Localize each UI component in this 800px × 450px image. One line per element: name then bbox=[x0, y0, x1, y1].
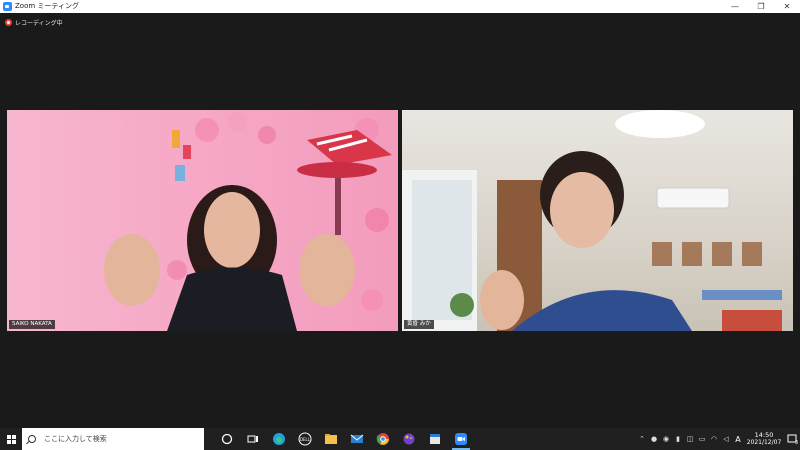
zoom-window: Zoom ミーティング — ❐ ✕ レコーディング中 SAIKO NAKATA … bbox=[0, 0, 800, 450]
window-title: Zoom ミーティング bbox=[15, 2, 79, 10]
windows-logo-icon bbox=[6, 434, 16, 444]
notification-count: 3 bbox=[794, 440, 798, 446]
window-controls: — ❐ ✕ bbox=[722, 0, 800, 13]
taskbar-search-box[interactable]: ここに入力して検索 bbox=[22, 428, 204, 450]
zoom-logo-icon bbox=[3, 2, 12, 11]
file-explorer-icon[interactable] bbox=[318, 428, 344, 450]
title-bar[interactable]: Zoom ミーティング — ❐ ✕ bbox=[0, 0, 800, 13]
search-icon bbox=[28, 435, 36, 443]
recording-icon bbox=[5, 18, 12, 26]
taskbar-apps: DELL bbox=[214, 428, 474, 450]
clock-date: 2021/12/07 bbox=[746, 439, 782, 446]
network-icon[interactable]: ◫ bbox=[684, 428, 696, 450]
taskbar-clock[interactable]: 14:50 2021/12/07 bbox=[744, 428, 784, 450]
security-icon[interactable]: ◉ bbox=[660, 428, 672, 450]
chrome-icon[interactable] bbox=[370, 428, 396, 450]
usb-icon[interactable]: ▮ bbox=[672, 428, 684, 450]
recording-indicator[interactable]: レコーディング中 bbox=[5, 17, 63, 27]
ime-indicator[interactable]: A bbox=[732, 435, 744, 444]
system-tray: ⌃ ● ◉ ▮ ◫ ▭ ◠ ◁ A 14:50 2021/12/07 3 bbox=[636, 428, 800, 450]
mail-icon[interactable] bbox=[344, 428, 370, 450]
search-placeholder: ここに入力して検索 bbox=[44, 435, 107, 443]
battery-icon[interactable]: ▭ bbox=[696, 428, 708, 450]
video-tile-participant-1[interactable]: SAIKO NAKATA bbox=[7, 110, 398, 331]
minimize-button[interactable]: — bbox=[722, 0, 748, 13]
calendar-icon[interactable] bbox=[422, 428, 448, 450]
video-feed-1 bbox=[104, 112, 392, 331]
paint-icon[interactable] bbox=[396, 428, 422, 450]
volume-icon[interactable]: ◁ bbox=[720, 428, 732, 450]
maximize-button[interactable]: ❐ bbox=[748, 0, 774, 13]
clock-time: 14:50 bbox=[754, 431, 774, 439]
video-tile-participant-2[interactable]: 黄昏 みか bbox=[402, 110, 793, 331]
notification-center-button[interactable]: 3 bbox=[784, 428, 800, 450]
close-button[interactable]: ✕ bbox=[774, 0, 800, 13]
start-button[interactable] bbox=[0, 428, 22, 450]
participant-name-2: 黄昏 みか bbox=[404, 320, 434, 329]
video-feed-2 bbox=[402, 110, 782, 331]
zoom-taskbar-icon[interactable] bbox=[448, 428, 474, 450]
windows-taskbar: ここに入力して検索 DELL ⌃ ● ◉ ▮ ◫ ▭ ◠ ◁ A 14:50 2… bbox=[0, 428, 800, 450]
edge-icon[interactable] bbox=[266, 428, 292, 450]
task-view-icon[interactable] bbox=[240, 428, 266, 450]
participant-name-1: SAIKO NAKATA bbox=[9, 320, 55, 329]
chevron-up-icon[interactable]: ⌃ bbox=[636, 428, 648, 450]
dell-icon[interactable]: DELL bbox=[292, 428, 318, 450]
people-icon[interactable]: ● bbox=[648, 428, 660, 450]
svg-text:DELL: DELL bbox=[300, 437, 311, 442]
recording-label: レコーディング中 bbox=[15, 19, 63, 27]
cortana-icon[interactable] bbox=[214, 428, 240, 450]
wifi-icon[interactable]: ◠ bbox=[708, 428, 720, 450]
